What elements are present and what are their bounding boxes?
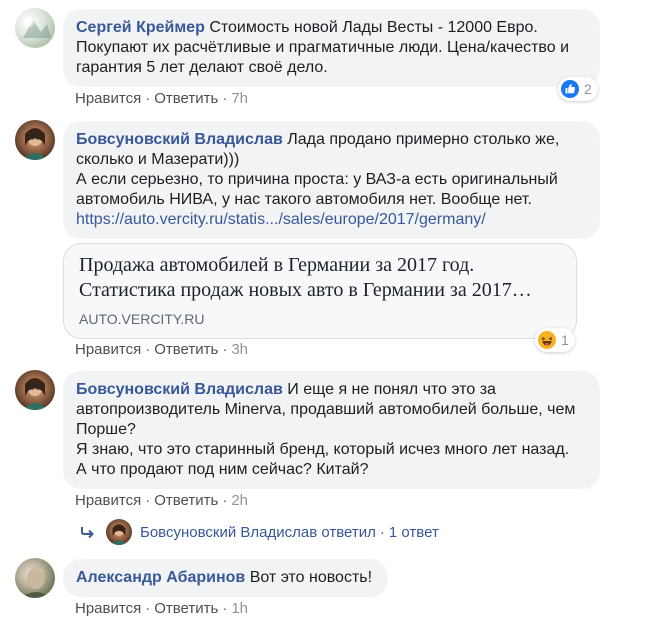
comment-link[interactable]: https://auto.vercity.ru/statis.../sales/… bbox=[76, 211, 486, 228]
comment-text: автомобиль НИВА, у нас такого автомобиля… bbox=[76, 191, 532, 208]
link-preview-domain: AUTO.VERCITY.RU bbox=[79, 311, 205, 327]
comment-bubble: Бовсуновский Владислав И еще я не понял … bbox=[63, 371, 600, 489]
comment-text: А если серьезно, то причина проста: у ВА… bbox=[76, 171, 558, 188]
reply-verb: ответил bbox=[321, 523, 376, 541]
reaction-summary[interactable]: 1 bbox=[535, 328, 575, 352]
reaction-count: 2 bbox=[584, 81, 592, 97]
comment-time[interactable]: 3h bbox=[231, 341, 248, 358]
comment-actions: Нравится · Ответить · 7h bbox=[75, 90, 249, 107]
haha-icon bbox=[538, 331, 556, 349]
reply-link[interactable]: Ответить bbox=[154, 90, 218, 107]
comment-text: Стоимость новой Лады Весты - 12000 Евро. bbox=[209, 19, 538, 36]
comment-actions: Нравится · Ответить · 1h bbox=[75, 600, 249, 617]
comment-bubble: Александр Абаринов Вот это новость! bbox=[63, 559, 388, 597]
comment-author[interactable]: Сергей Креймер bbox=[76, 19, 205, 36]
reply-author: Бовсуновский Владислав bbox=[140, 523, 318, 541]
like-icon bbox=[561, 80, 579, 98]
comment-bubble: Сергей Креймер Стоимость новой Лады Вест… bbox=[63, 9, 600, 87]
link-preview-title: Продажа автомобилей в Германии за 2017 г… bbox=[79, 254, 532, 301]
comment-author[interactable]: Бовсуновский Владислав bbox=[76, 131, 283, 148]
avatar[interactable] bbox=[15, 120, 55, 160]
reply-arrow-icon bbox=[81, 527, 94, 539]
like-link[interactable]: Нравится bbox=[75, 600, 141, 617]
reply-link[interactable]: Ответить bbox=[154, 600, 218, 617]
comment-author[interactable]: Бовсуновский Владислав bbox=[76, 381, 283, 398]
comment-text: И еще я не понял что это за bbox=[287, 381, 496, 398]
comment-text: Лада продано примерно столько же, bbox=[287, 131, 560, 148]
comment-text: автопроизводитель Minerva, продавший авт… bbox=[76, 401, 576, 418]
like-link[interactable]: Нравится bbox=[75, 492, 141, 509]
comment-time[interactable]: 2h bbox=[231, 492, 248, 509]
view-replies-link[interactable]: Бовсуновский Владислав ответил · 1 ответ bbox=[80, 519, 439, 545]
reply-link[interactable]: Ответить bbox=[154, 341, 218, 358]
avatar bbox=[106, 519, 132, 545]
comment-text: Вот это новость! bbox=[249, 569, 373, 586]
comment-text: А что продают под ним сейчас? Китай? bbox=[76, 461, 369, 478]
comment-text: Порше? bbox=[76, 421, 136, 438]
reply-count: 1 ответ bbox=[388, 523, 439, 541]
avatar[interactable] bbox=[15, 558, 55, 598]
comment-time[interactable]: 7h bbox=[231, 90, 248, 107]
comment-text: Я знаю, что это старинный бренд, который… bbox=[76, 441, 570, 458]
like-link[interactable]: Нравится bbox=[75, 90, 141, 107]
comment-actions: Нравится · Ответить · 3h bbox=[75, 341, 249, 358]
comment-text: сколько и Мазерати))) bbox=[76, 151, 240, 168]
link-preview-card[interactable]: Продажа автомобилей в Германии за 2017 г… bbox=[63, 243, 577, 339]
avatar[interactable] bbox=[15, 8, 55, 48]
like-link[interactable]: Нравится bbox=[75, 341, 141, 358]
reaction-count: 1 bbox=[561, 332, 569, 348]
comment-bubble: Бовсуновский Владислав Лада продано прим… bbox=[63, 121, 600, 239]
comment-time[interactable]: 1h bbox=[231, 600, 248, 617]
reply-link[interactable]: Ответить bbox=[154, 492, 218, 509]
comment-text: гарантия 5 лет делают своё дело. bbox=[76, 59, 328, 76]
comment-author[interactable]: Александр Абаринов bbox=[76, 569, 245, 586]
comment-text: Покупают их расчётливые и прагматичные л… bbox=[76, 39, 570, 56]
avatar[interactable] bbox=[15, 370, 55, 410]
comment-actions: Нравится · Ответить · 2h bbox=[75, 492, 249, 509]
reaction-summary[interactable]: 2 bbox=[558, 77, 598, 101]
